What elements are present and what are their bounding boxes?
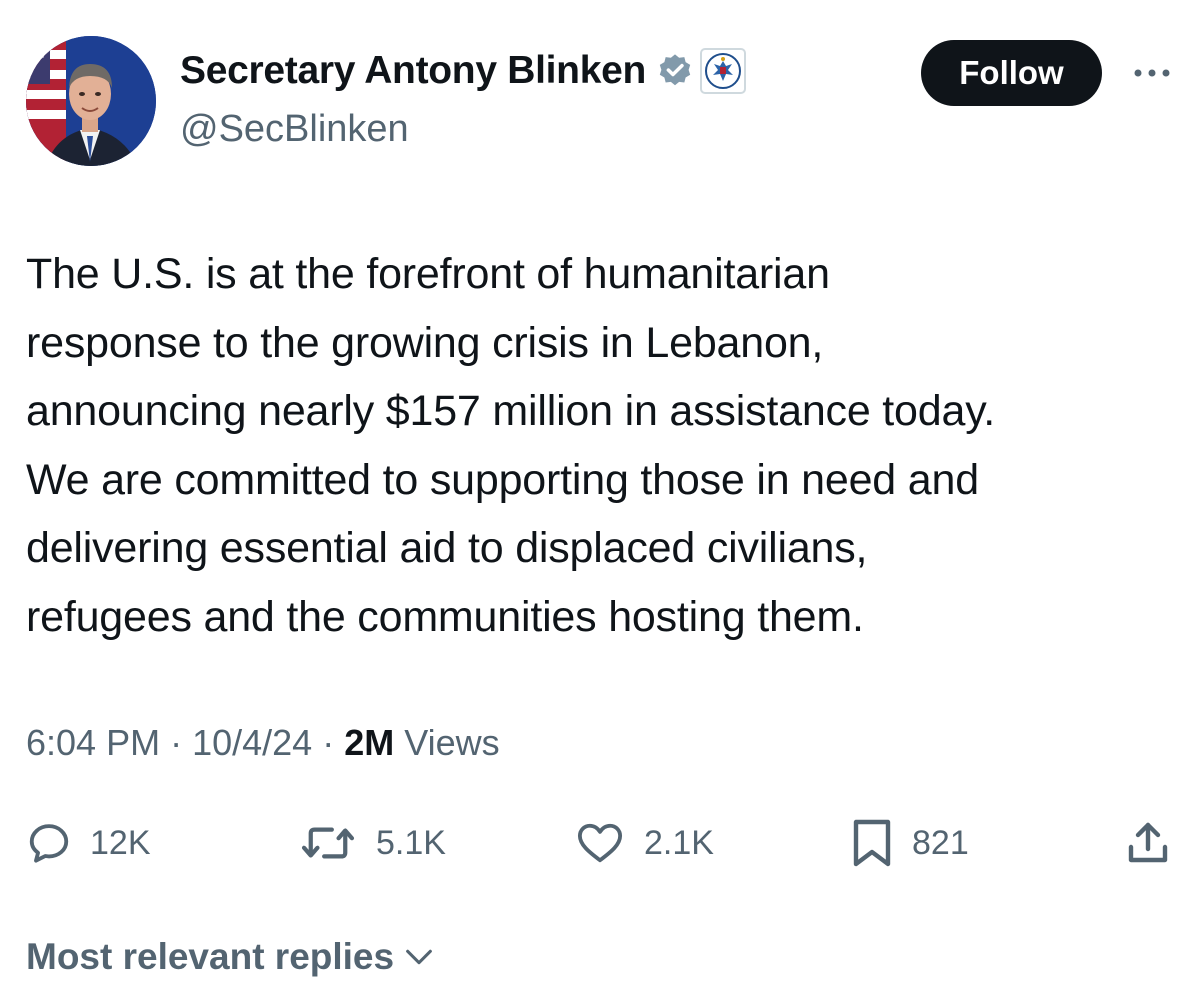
action-bar: 12K 5.1K 2.1K 821 [0,810,1200,876]
share-icon [1128,822,1168,863]
share-button[interactable] [1124,810,1172,876]
verified-badge-icon[interactable] [656,52,694,90]
like-button[interactable]: 2.1K [574,810,714,876]
avatar[interactable] [26,36,156,166]
replies-sort-toggle[interactable]: Most relevant replies [26,936,436,978]
tweet-meta: 6:04 PM · 10/4/24 · 2M Views [26,722,500,764]
tweet-text-line: refugees and the communities hosting the… [26,592,864,641]
tweet-text-line: announcing nearly $157 million in assist… [26,387,996,435]
tweet-text-line: We are committed to supporting those in … [26,455,979,504]
reply-count: 12K [90,823,151,862]
chevron-down-icon [406,949,432,965]
follow-button[interactable]: Follow [921,40,1102,106]
reply-icon [29,824,69,863]
tweet-text-line: The U.S. is at the forefront of humanita… [26,250,830,298]
avatar-portrait [26,36,156,166]
repost-button[interactable]: 5.1K [298,810,446,876]
author-name-row: Secretary Antony Blinken [180,48,746,94]
repost-count: 5.1K [376,823,446,862]
like-count: 2.1K [644,823,714,862]
bookmark-icon [853,819,891,867]
author-display-name[interactable]: Secretary Antony Blinken [180,49,646,93]
more-icon[interactable] [1130,62,1174,84]
bookmark-count: 821 [912,823,969,862]
tweet-text: The U.S. is at the forefront of humanita… [26,240,1186,651]
views-label: Views [404,722,500,763]
views-count[interactable]: 2M [344,722,394,763]
repost-icon [301,827,355,859]
replies-sort-label: Most relevant replies [26,936,395,977]
meta-separator: · [322,722,345,763]
tweet-text-line: response to the growing crisis in Lebano… [26,318,824,367]
heart-icon [577,823,623,863]
author-handle[interactable]: @SecBlinken [180,108,409,151]
tweet-text-line: delivering essential aid to displaced ci… [26,524,868,572]
tweet-time[interactable]: 6:04 PM [26,722,160,763]
reply-button[interactable]: 12K [26,810,151,876]
tweet-date[interactable]: 10/4/24 [192,722,312,763]
meta-separator: · [170,722,193,763]
bookmark-button[interactable]: 821 [850,810,969,876]
seal-icon[interactable] [700,48,746,94]
